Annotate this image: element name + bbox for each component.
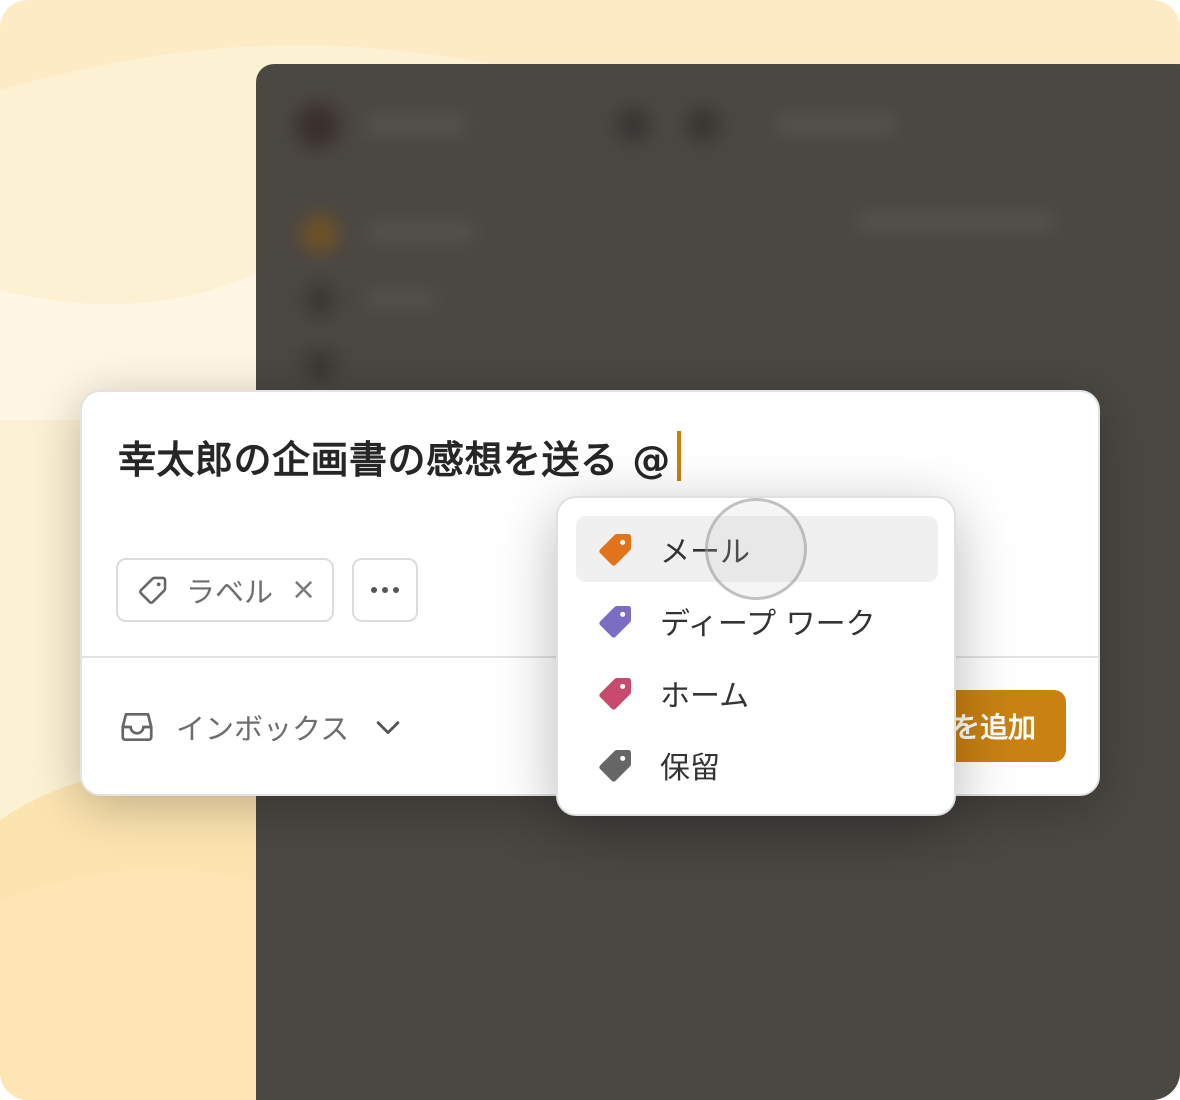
toolbar-icon: [686, 108, 720, 142]
label-option-text: 保留: [660, 751, 720, 786]
task-title-text: 幸太郎の企画書の感想を送る @: [118, 437, 671, 482]
sidebar-placeholder: [366, 292, 436, 306]
tag-filled-icon: [599, 749, 631, 782]
tag-outline-icon: [139, 576, 167, 604]
sidebar-placeholder: [366, 224, 476, 240]
content-placeholder: [856, 214, 1056, 230]
label-chip[interactable]: ラベル ×: [116, 558, 334, 622]
add-task-button-label: を追加: [951, 711, 1036, 744]
page-background: 幸太郎の企画書の感想を送る @ ラベル × インボックス を追加 メール ディー…: [0, 0, 1180, 1100]
avatar: [296, 104, 340, 148]
tag-filled-icon: [599, 533, 631, 566]
tag-filled-icon: [599, 677, 631, 710]
toolbar-icon: [616, 108, 650, 142]
cursor-click-indicator: [705, 498, 807, 600]
text-caret: [676, 431, 681, 481]
project-name: インボックス: [176, 712, 350, 746]
task-title-input[interactable]: 幸太郎の企画書の感想を送る @: [118, 430, 681, 482]
sidebar-icon: [300, 214, 340, 254]
inbox-tray-icon: [121, 712, 153, 742]
project-picker[interactable]: インボックス: [118, 702, 405, 752]
label-option-text: ホーム: [660, 679, 750, 714]
more-icon: [371, 587, 399, 593]
chevron-down-icon: [376, 721, 400, 735]
close-icon[interactable]: ×: [291, 575, 316, 605]
sidebar-icon: [304, 284, 336, 316]
label-chip-text: ラベル: [186, 575, 274, 609]
sidebar-icon: [304, 349, 336, 381]
toolbar-placeholder: [776, 116, 896, 134]
tag-filled-icon: [599, 605, 631, 638]
label-option-on-hold[interactable]: 保留: [576, 732, 938, 798]
more-options-button[interactable]: [352, 558, 418, 622]
toolbar-placeholder: [366, 116, 466, 134]
label-option-text: ディープ ワーク: [660, 607, 876, 642]
label-option-home[interactable]: ホーム: [576, 660, 938, 726]
